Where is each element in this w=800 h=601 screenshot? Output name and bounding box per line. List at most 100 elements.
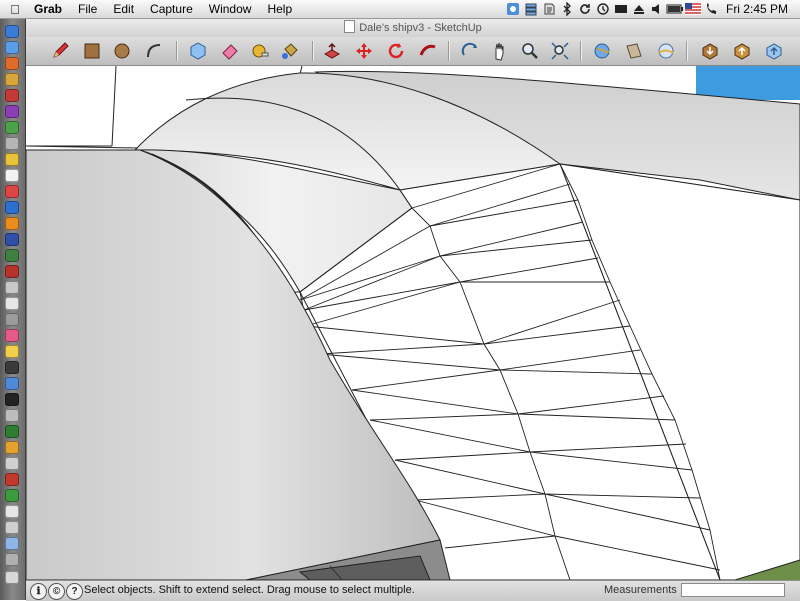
- follow-me-tool[interactable]: [416, 39, 440, 63]
- dock-app-icon[interactable]: [5, 361, 19, 374]
- measurements-label: Measurements: [604, 584, 677, 596]
- flag-us-icon[interactable]: [684, 0, 702, 18]
- dock-app-icon[interactable]: [5, 377, 19, 390]
- eject-icon[interactable]: [630, 0, 648, 18]
- geo-location-icon[interactable]: ℹ: [30, 583, 47, 600]
- display-icon[interactable]: [612, 0, 630, 18]
- globe-icon: [594, 43, 610, 59]
- sync-icon[interactable]: [576, 0, 594, 18]
- dock-app-icon[interactable]: [5, 233, 19, 246]
- pencil-icon: [53, 42, 69, 58]
- dock-app-icon[interactable]: [5, 345, 19, 358]
- dock-app-icon[interactable]: [5, 489, 19, 502]
- dock-app-icon[interactable]: [5, 25, 19, 38]
- ship-model-drawing[interactable]: [26, 66, 800, 580]
- get-models-icon: [702, 43, 718, 60]
- phone-icon[interactable]: [702, 0, 720, 18]
- dock-app-icon[interactable]: [5, 185, 19, 198]
- dock-app-icon[interactable]: [5, 153, 19, 166]
- dock-app-icon[interactable]: [5, 169, 19, 182]
- dock-app-icon[interactable]: [5, 57, 19, 70]
- finder-icon[interactable]: [504, 0, 522, 18]
- window-titlebar[interactable]: Dale's shipv3 - SketchUp: [26, 19, 800, 37]
- dock-app-icon[interactable]: [5, 521, 19, 534]
- earth-icon: [658, 43, 674, 59]
- share-model-icon: [734, 43, 750, 60]
- component-icon: [190, 42, 206, 60]
- model-viewport[interactable]: [26, 66, 800, 580]
- dock-app-icon[interactable]: [5, 41, 19, 54]
- arc-tool[interactable]: [142, 39, 166, 63]
- previous-view-tool[interactable]: [590, 39, 614, 63]
- battery-icon[interactable]: [666, 0, 684, 18]
- dock-app-icon[interactable]: [5, 425, 19, 438]
- share-model-tool[interactable]: [730, 39, 754, 63]
- eraser-tool[interactable]: [218, 39, 242, 63]
- dock-app-icon[interactable]: [5, 409, 19, 422]
- volume-icon[interactable]: [648, 0, 666, 18]
- toolbar: [26, 37, 800, 66]
- move-icon: [356, 43, 372, 59]
- script-icon[interactable]: [540, 0, 558, 18]
- dock-app-icon[interactable]: [5, 473, 19, 486]
- menu-capture[interactable]: Capture: [142, 0, 201, 18]
- dock-app-icon[interactable]: [5, 537, 19, 550]
- dock-app-icon[interactable]: [5, 441, 19, 454]
- time-machine-icon[interactable]: [594, 0, 612, 18]
- make-component-tool[interactable]: [186, 39, 210, 63]
- push-pull-tool[interactable]: [320, 39, 344, 63]
- menubar-clock[interactable]: Fri 2:45 PM: [720, 0, 800, 18]
- zoom-icon: [522, 43, 538, 59]
- credits-icon[interactable]: ©: [48, 583, 65, 600]
- dock-app-icon[interactable]: [5, 73, 19, 86]
- help-icon[interactable]: ?: [66, 583, 83, 600]
- tape-measure-tool[interactable]: [248, 39, 272, 63]
- dock-app-icon[interactable]: [5, 217, 19, 230]
- dock-app-icon[interactable]: [5, 505, 19, 518]
- paint-bucket-icon: [282, 43, 298, 59]
- dock-app-icon[interactable]: [5, 249, 19, 262]
- get-models-tool[interactable]: [698, 39, 722, 63]
- move-tool[interactable]: [352, 39, 376, 63]
- zoom-extents-tool[interactable]: [548, 39, 572, 63]
- dock-app-icon[interactable]: [5, 137, 19, 150]
- dock-app-icon[interactable]: [5, 313, 19, 326]
- dock-app-icon[interactable]: [5, 457, 19, 470]
- apple-icon[interactable]: : [0, 2, 30, 17]
- menu-edit[interactable]: Edit: [105, 0, 142, 18]
- document-icon[interactable]: [344, 20, 356, 33]
- dock-app-icon[interactable]: [5, 329, 19, 342]
- status-message: Select objects. Shift to extend select. …: [84, 584, 415, 596]
- follow-me-icon: [419, 44, 436, 56]
- measurements-input[interactable]: [681, 583, 785, 597]
- dock-app-icon[interactable]: [5, 201, 19, 214]
- dock-app-icon[interactable]: [5, 281, 19, 294]
- photo-textures-tool[interactable]: [654, 39, 678, 63]
- rotate-tool[interactable]: [384, 39, 408, 63]
- menu-window[interactable]: Window: [201, 0, 260, 18]
- dock-app-icon[interactable]: [5, 393, 19, 406]
- pencil-line-tool[interactable]: [48, 39, 72, 63]
- dock-app-icon[interactable]: [5, 553, 19, 566]
- share-component-icon: [766, 43, 782, 60]
- rectangle-tool[interactable]: [80, 39, 104, 63]
- trash-icon[interactable]: [5, 571, 19, 584]
- dock-app-icon[interactable]: [5, 121, 19, 134]
- next-view-tool[interactable]: [622, 39, 646, 63]
- pan-tool[interactable]: [488, 39, 512, 63]
- dock-app-icon[interactable]: [5, 297, 19, 310]
- dock-app-icon[interactable]: [5, 265, 19, 278]
- circle-tool[interactable]: [110, 39, 134, 63]
- dock-app-icon[interactable]: [5, 105, 19, 118]
- stack-icon[interactable]: [522, 0, 540, 18]
- menu-app-name[interactable]: Grab: [30, 0, 70, 18]
- dock-app-icon[interactable]: [5, 89, 19, 102]
- menu-help[interactable]: Help: [259, 0, 300, 18]
- share-component-tool[interactable]: [762, 39, 786, 63]
- paint-bucket-tool[interactable]: [278, 39, 302, 63]
- bluetooth-icon[interactable]: [558, 0, 576, 18]
- zoom-tool[interactable]: [518, 39, 542, 63]
- arc-icon: [147, 44, 161, 58]
- orbit-tool[interactable]: [458, 39, 482, 63]
- menu-file[interactable]: File: [70, 0, 105, 18]
